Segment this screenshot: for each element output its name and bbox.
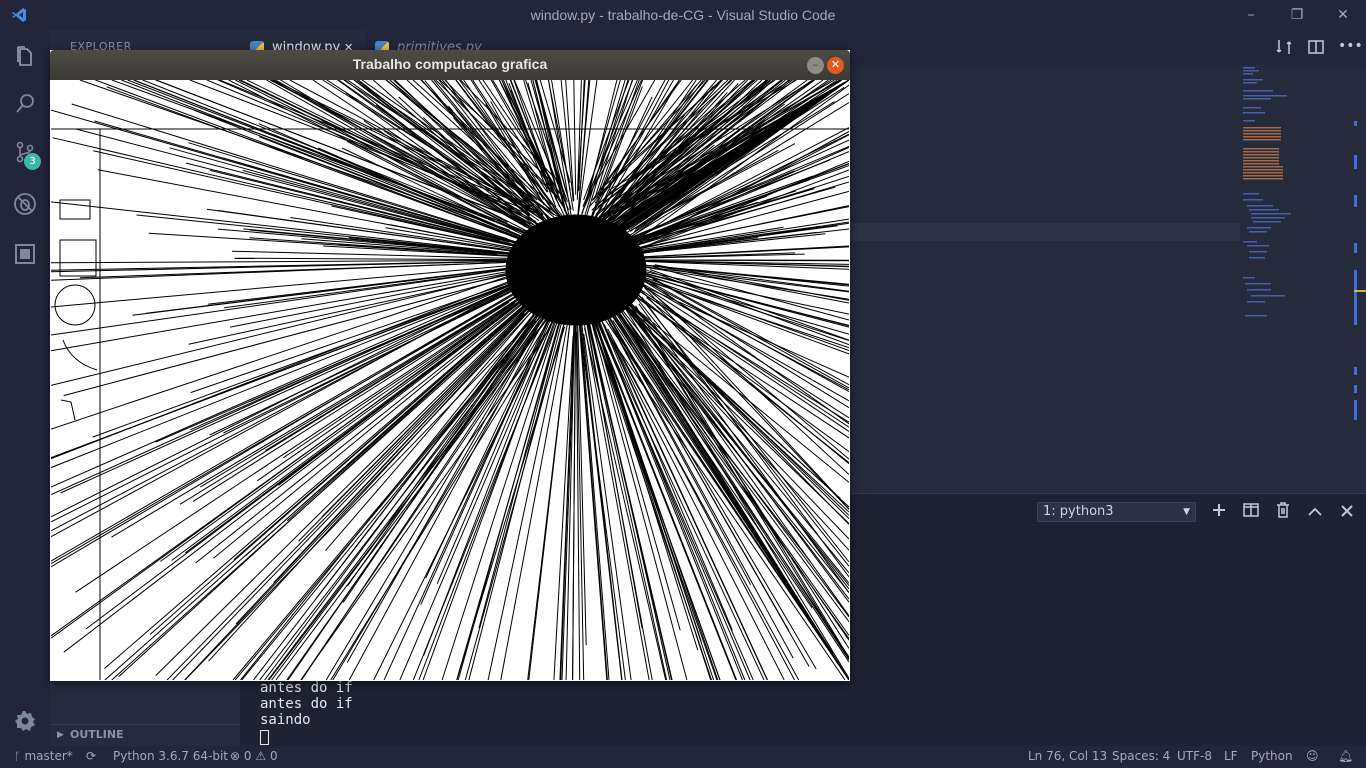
app-minimize-button[interactable]: – <box>807 57 824 74</box>
sync-icon[interactable]: ⟳ <box>86 749 96 763</box>
burst-line <box>602 80 849 218</box>
language-mode[interactable]: Python <box>1251 749 1293 763</box>
burst-line <box>75 128 501 241</box>
burst-line <box>595 80 824 241</box>
burst-line <box>618 293 849 603</box>
terminal-line: antes do if <box>260 696 353 712</box>
settings-gear-icon[interactable] <box>0 697 50 745</box>
warning-icon: ⚠ <box>255 749 267 763</box>
git-branch-icon: ᚴ <box>14 750 21 763</box>
burst-line <box>253 310 539 680</box>
open-changes-icon[interactable] <box>1274 38 1294 58</box>
terminal-select[interactable]: 1: python3 ▼ <box>1037 502 1196 522</box>
outline-label: OUTLINE <box>70 728 124 741</box>
terminal-output[interactable]: antes do if antes do if saindo <box>260 680 353 749</box>
drawing-canvas[interactable] <box>51 80 849 680</box>
burst-line <box>51 287 523 562</box>
burst-line <box>373 303 562 680</box>
burst-line <box>213 298 529 559</box>
burst-line <box>232 317 538 680</box>
end-of-line[interactable]: LF <box>1224 749 1238 763</box>
python-interpreter[interactable]: Python 3.6.7 64-bit <box>113 749 228 763</box>
outline-section[interactable]: ▶ OUTLINE <box>50 724 240 746</box>
burst-line <box>625 259 849 262</box>
graphics-app-window: Trabalho computacao grafica – ✕ <box>50 50 850 681</box>
close-panel-icon[interactable] <box>1337 502 1357 522</box>
terminal-line: antes do if <box>260 680 353 696</box>
error-icon: ⊗ <box>230 749 241 763</box>
terminal-select-value: 1: python3 <box>1043 504 1114 519</box>
canvas-small-rectangle <box>59 199 91 220</box>
burst-line <box>342 296 552 603</box>
error-count: 0 <box>243 749 252 763</box>
extensions-icon[interactable] <box>0 230 50 278</box>
chevron-up-icon[interactable] <box>1305 502 1325 522</box>
burst-line <box>234 257 507 261</box>
activity-bar: 3 <box>0 30 50 746</box>
app-title: Trabalho computacao grafica <box>352 56 548 72</box>
split-editor-icon[interactable] <box>1306 38 1326 58</box>
burst-line <box>613 292 849 600</box>
burst-line <box>51 260 556 308</box>
encoding[interactable]: UTF-8 <box>1177 749 1212 763</box>
add-terminal-icon[interactable] <box>1209 502 1229 522</box>
status-bar: ᚴ master* ⟳ Python 3.6.7 64-bit ⊗ 0 ⚠ 0 … <box>0 746 1366 768</box>
burst-line <box>622 303 849 586</box>
notifications-bell-icon[interactable]: 🔔︎ <box>1338 749 1353 763</box>
chevron-right-icon: ▶ <box>57 730 64 740</box>
burst-core <box>505 214 647 326</box>
burst-line <box>348 321 544 680</box>
burst-line <box>118 281 553 678</box>
scm-badge: 3 <box>24 153 41 170</box>
canvas-arc <box>62 339 98 371</box>
branch-label: master* <box>24 749 73 763</box>
more-actions-icon[interactable]: ••• <box>1338 38 1363 58</box>
warning-count: 0 <box>269 749 278 763</box>
search-icon[interactable] <box>0 80 50 128</box>
vertical-scrollbar[interactable] <box>1353 65 1366 493</box>
close-window-button[interactable]: ✕ <box>1332 4 1354 26</box>
problems-status[interactable]: ⊗ 0 ⚠ 0 <box>230 749 278 763</box>
burst-line <box>586 294 800 680</box>
debug-icon[interactable] <box>0 180 50 228</box>
burst-line <box>241 324 534 680</box>
chevron-down-icon: ▼ <box>1183 507 1190 517</box>
source-control-icon[interactable]: 3 <box>0 128 50 176</box>
terminal-line: saindo <box>260 712 311 728</box>
burst-line <box>534 80 567 193</box>
burst-line <box>195 279 552 564</box>
burst-line <box>51 283 515 488</box>
split-terminal-icon[interactable] <box>1241 502 1261 522</box>
terminal-cursor <box>260 730 269 745</box>
explorer-icon[interactable] <box>0 32 50 80</box>
minimize-window-button[interactable]: – <box>1240 4 1262 26</box>
titlebar: window.py - trabalho-de-CG - Visual Stud… <box>0 0 1366 30</box>
minimap[interactable] <box>1240 65 1360 493</box>
branch-status[interactable]: ᚴ master* <box>14 749 73 763</box>
cursor-position[interactable]: Ln 76, Col 13 <box>1028 749 1107 763</box>
restore-window-button[interactable]: ❐ <box>1286 4 1308 26</box>
burst-line <box>160 285 541 562</box>
indentation[interactable]: Spaces: 4 <box>1112 749 1170 763</box>
burst-line <box>573 80 577 195</box>
app-close-button[interactable]: ✕ <box>827 57 844 74</box>
canvas-polyline <box>60 399 76 421</box>
feedback-smiley-icon[interactable]: ☺ <box>1306 749 1319 763</box>
burst-line <box>132 263 548 316</box>
window-title: window.py - trabalho-de-CG - Visual Stud… <box>530 7 836 23</box>
line-burst <box>51 80 849 680</box>
trash-icon[interactable] <box>1273 502 1293 522</box>
app-titlebar[interactable]: Trabalho computacao grafica – ✕ <box>50 50 850 80</box>
